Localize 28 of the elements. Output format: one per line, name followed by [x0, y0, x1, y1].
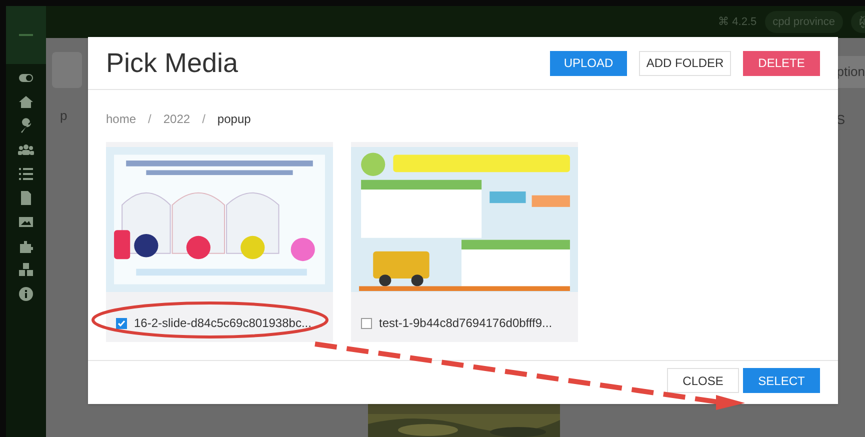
file-name: 16-2-slide-d84c5c69c801938bc...: [134, 315, 312, 332]
background-label: p: [59, 107, 68, 125]
add-folder-button[interactable]: ADD FOLDER: [639, 50, 731, 76]
breadcrumb-link[interactable]: popup: [217, 110, 251, 128]
modal-title: Pick Media: [106, 46, 240, 80]
upload-button[interactable]: UPLOAD: [550, 50, 627, 76]
select-button[interactable]: SELECT: [743, 368, 820, 393]
close-button[interactable]: CLOSE: [667, 368, 739, 393]
delete-button[interactable]: DELETE: [743, 50, 820, 76]
file-name: test-1-9b44c8d7694176d0bfff9...: [379, 315, 552, 332]
users-icon[interactable]: [18, 142, 34, 158]
cubes-icon[interactable]: [18, 262, 34, 278]
logo-icon: [19, 33, 33, 37]
media-card[interactable]: test-1-9b44c8d7694176d0bfff9...: [351, 142, 578, 342]
image-icon[interactable]: [18, 214, 34, 230]
checkbox[interactable]: [361, 318, 372, 328]
breadcrumb-separator: /: [148, 111, 152, 128]
file-icon[interactable]: [18, 190, 34, 206]
home-icon[interactable]: [18, 94, 34, 110]
breadcrumb-separator: /: [202, 111, 206, 128]
breadcrumb-link[interactable]: home: [106, 110, 136, 128]
media-card[interactable]: 16-2-slide-d84c5c69c801938bc...: [106, 142, 333, 342]
breadcrumb-link[interactable]: 2022: [163, 110, 190, 128]
version-label: ⌘ 4.2.5: [718, 14, 757, 30]
puzzle-icon[interactable]: [18, 238, 34, 254]
list-icon[interactable]: [18, 166, 34, 182]
info-icon[interactable]: [18, 286, 34, 302]
checkbox[interactable]: [116, 318, 127, 328]
